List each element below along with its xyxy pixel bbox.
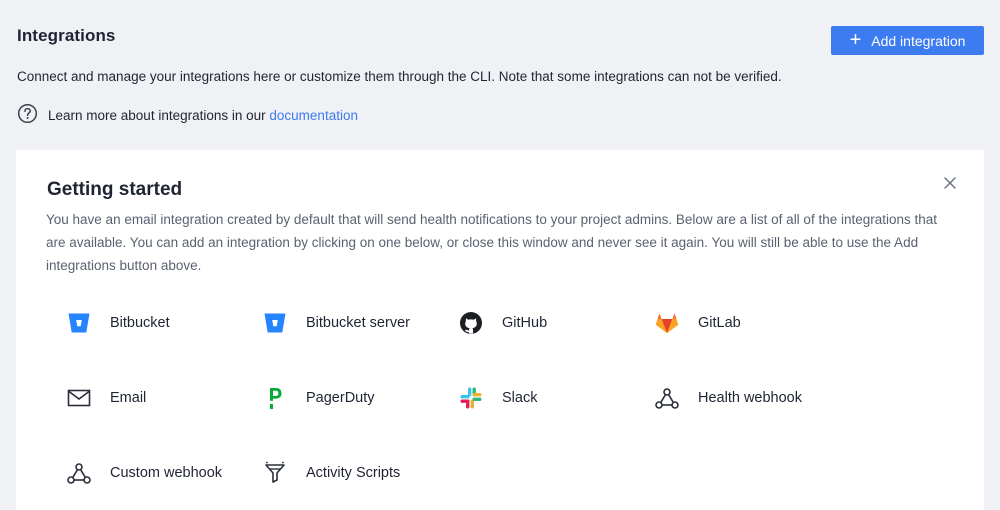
getting-started-description: You have an email integration created by…: [46, 212, 938, 273]
integration-gitlab[interactable]: GitLab: [654, 310, 741, 336]
add-integration-label: Add integration: [871, 32, 966, 49]
integration-label: PagerDuty: [306, 390, 375, 406]
integration-label: Bitbucket: [110, 315, 170, 331]
webhook-icon: [654, 385, 680, 411]
pagerduty-icon: [262, 385, 288, 411]
integration-github[interactable]: GitHub: [458, 310, 547, 336]
add-integration-button[interactable]: + Add integration: [831, 26, 984, 55]
plus-icon: +: [849, 28, 862, 51]
getting-started-title: Getting started: [47, 179, 183, 200]
integration-email[interactable]: Email: [66, 385, 146, 411]
integration-slack[interactable]: Slack: [458, 385, 537, 411]
integration-health-webhook[interactable]: Health webhook: [654, 385, 802, 411]
page-description: Connect and manage your integrations her…: [17, 69, 782, 84]
activity-scripts-icon: [262, 460, 288, 486]
integration-activity-scripts[interactable]: Activity Scripts: [262, 460, 400, 486]
integration-custom-webhook[interactable]: Custom webhook: [66, 460, 222, 486]
integration-label: Email: [110, 390, 147, 406]
help-circle-icon: [17, 103, 38, 127]
webhook-icon: [66, 460, 92, 486]
integration-label: Custom webhook: [110, 465, 223, 481]
documentation-link[interactable]: documentation: [269, 108, 358, 123]
integration-label: Activity Scripts: [306, 465, 401, 481]
email-icon: [66, 385, 92, 411]
integration-bitbucket-server[interactable]: Bitbucket server: [262, 310, 410, 336]
bitbucket-server-icon: [262, 310, 288, 336]
page-title: Integrations: [17, 26, 116, 45]
integration-label: Slack: [502, 390, 538, 406]
github-icon: [458, 310, 484, 336]
integration-label: GitLab: [698, 315, 741, 331]
bitbucket-icon: [66, 310, 92, 336]
integration-pagerduty[interactable]: PagerDuty: [262, 385, 375, 411]
learn-more-text: Learn more about integrations in our: [48, 107, 266, 123]
integration-label: GitHub: [502, 315, 548, 331]
gitlab-icon: [654, 310, 680, 336]
slack-icon: [458, 385, 484, 411]
integration-label: Health webhook: [698, 390, 802, 406]
getting-started-card: Getting started You have an email integr…: [16, 150, 984, 510]
integration-label: Bitbucket server: [306, 315, 410, 331]
integration-bitbucket[interactable]: Bitbucket: [66, 310, 170, 336]
close-icon[interactable]: [942, 175, 958, 191]
learn-more-row: Learn more about integrations in our doc…: [17, 103, 358, 127]
